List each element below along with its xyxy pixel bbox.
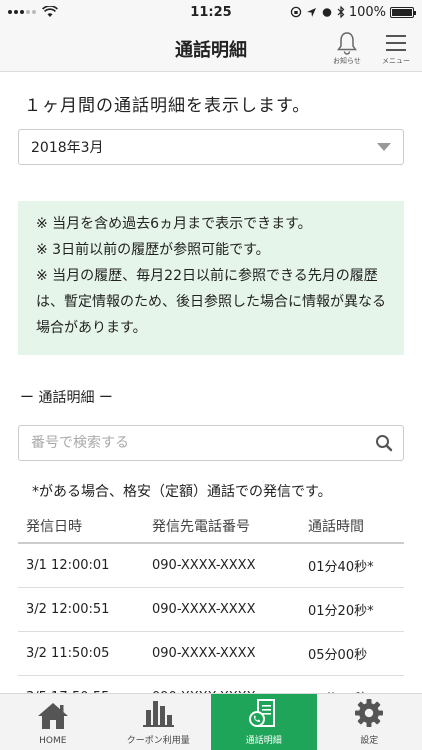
gear-icon [355, 699, 384, 727]
notice-line: ※ 当月を含め過去6ヵ月まで表示できます。 [36, 216, 312, 232]
discount-call-note: *がある場合、格安（定額）通話での発信です。 [32, 484, 332, 500]
hamburger-icon [386, 35, 406, 51]
column-header-duration: 通話時間 [308, 509, 404, 544]
notice-line: ※ 当月の履歴、毎月22日以前に参照できる先月の履歴は、暫定情報のため、後日参照… [36, 268, 386, 336]
alarm-icon [322, 8, 332, 17]
column-header-datetime: 発信日時 [18, 509, 152, 544]
bell-icon [337, 32, 357, 55]
tab-home[interactable]: HOME [0, 694, 106, 750]
tab-coupon-label: クーポン利用量 [126, 736, 190, 746]
call-log-icon [248, 699, 275, 727]
status-right: 100% [290, 4, 416, 20]
notice-line: ※ 3日前以前の履歴が参照可能です。 [36, 242, 270, 258]
wifi-icon [42, 6, 58, 17]
tab-settings[interactable]: 設定 [317, 694, 422, 750]
status-left [8, 6, 58, 18]
home-icon [37, 703, 68, 729]
tab-home-label: HOME [39, 736, 67, 746]
menu-label: メニュー [382, 57, 410, 65]
table-header-row: 発信日時 発信先電話番号 通話時間 [18, 509, 404, 544]
tab-settings-label: 設定 [360, 736, 379, 746]
tab-call-log[interactable]: 通話明細 [211, 694, 317, 750]
main-content: １ヶ月間の通話明細を表示します。 2018年3月 ※ 当月を含め過去6ヵ月まで表… [0, 73, 422, 720]
tab-coupon-usage[interactable]: クーポン利用量 [106, 694, 212, 750]
battery-icon [390, 6, 416, 18]
screen-lock-icon [290, 6, 302, 18]
signal-icon [8, 10, 36, 14]
search-input[interactable] [31, 435, 351, 451]
cell-datetime: 3/2 11:50:05 [18, 631, 152, 676]
intro-text: １ヶ月間の通話明細を表示します。 [24, 96, 311, 116]
search-box [18, 425, 404, 461]
cell-duration: 05分00秒 [308, 631, 404, 676]
month-select-value: 2018年3月 [31, 140, 104, 156]
table-row: 3/1 12:00:01 090-XXXX-XXXX 01分40秒* [18, 543, 404, 588]
bottom-tab-bar: HOME クーポン利用量 通話明細 設定 [0, 693, 422, 750]
cell-duration: 01分40秒* [308, 543, 404, 588]
cell-number: 090-XXXX-XXXX [152, 587, 308, 632]
column-header-number: 発信先電話番号 [152, 509, 308, 544]
cell-number: 090-XXXX-XXXX [152, 543, 308, 588]
app-header: 通話明細 お知らせ メニュー [0, 24, 422, 72]
table-row: 3/2 12:00:51 090-XXXX-XXXX 01分20秒* [18, 587, 404, 632]
month-select[interactable]: 2018年3月 [18, 129, 404, 165]
cell-datetime: 3/1 12:00:01 [18, 543, 152, 588]
dropdown-arrow-icon [377, 143, 391, 151]
notification-label: お知らせ [333, 57, 361, 65]
tab-call-log-label: 通話明細 [245, 736, 282, 746]
battery-percent: 100% [348, 4, 386, 20]
cell-number: 090-XXXX-XXXX [152, 631, 308, 676]
bluetooth-icon [337, 6, 345, 18]
cell-datetime: 3/2 12:00:51 [18, 587, 152, 632]
location-icon [306, 7, 316, 17]
table-row: 3/2 11:50:05 090-XXXX-XXXX 05分00秒 [18, 631, 404, 676]
notification-button[interactable]: お知らせ [325, 30, 369, 70]
call-history-table: 発信日時 発信先電話番号 通話時間 3/1 12:00:01 090-XXXX-… [18, 509, 404, 720]
bar-chart-icon [143, 701, 175, 727]
cell-duration: 01分20秒* [308, 587, 404, 632]
search-icon[interactable] [375, 434, 393, 452]
section-title: ー 通話明細 ー [20, 390, 113, 406]
menu-button[interactable]: メニュー [374, 30, 418, 70]
notice-box: ※ 当月を含め過去6ヵ月まで表示できます。 ※ 3日前以前の履歴が参照可能です。… [18, 201, 404, 355]
status-bar: 11:25 100% [0, 0, 422, 24]
